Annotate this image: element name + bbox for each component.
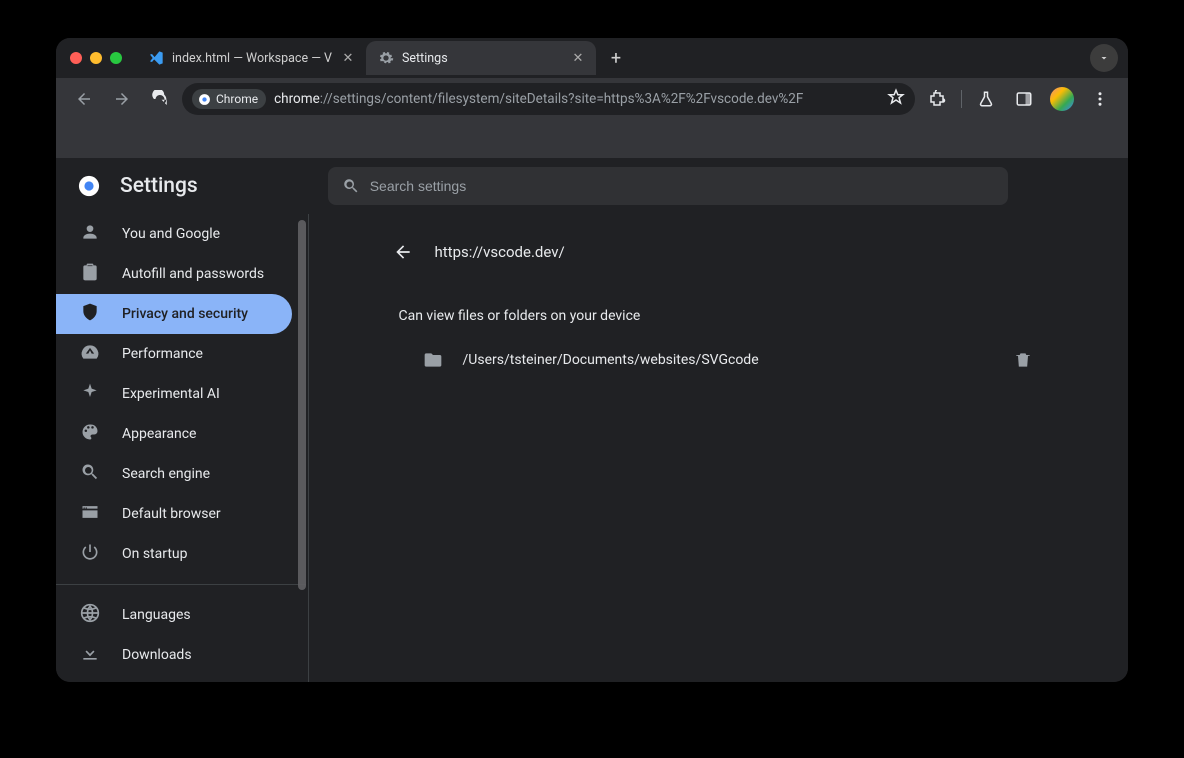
back-arrow-button[interactable]: [393, 242, 413, 262]
bookmark-button[interactable]: [887, 88, 905, 110]
sidebar-item-languages[interactable]: Languages: [56, 595, 292, 635]
tab-search-button[interactable]: [1090, 44, 1118, 72]
url-text: chrome://settings/content/filesystem/sit…: [274, 91, 873, 107]
tab-settings[interactable]: Settings ✕: [366, 41, 596, 75]
settings-sidebar: You and Google Autofill and passwords Priv…: [56, 214, 308, 682]
side-panel-button[interactable]: [1008, 83, 1040, 115]
browser-toolbar: Chrome chrome://settings/content/filesys…: [56, 78, 1128, 120]
section-title: Can view files or folders on your device: [379, 276, 1059, 332]
sidebar-item-label: Downloads: [122, 647, 192, 663]
search-input[interactable]: [370, 178, 994, 194]
toolbar-separator: [961, 90, 962, 108]
sidebar-item-label: Experimental AI: [122, 386, 220, 402]
tab-label: index.html — Workspace — V: [172, 51, 334, 66]
sidebar-item-autofill[interactable]: Autofill and passwords: [56, 254, 292, 294]
speed-icon: [80, 342, 100, 366]
chevron-down-icon: [1098, 52, 1110, 64]
sidebar-item-appearance[interactable]: Appearance: [56, 414, 292, 454]
power-icon: [80, 542, 100, 566]
settings-header: Settings: [56, 158, 1128, 214]
menu-button[interactable]: [1084, 83, 1116, 115]
clipboard-icon: [80, 262, 100, 286]
sidebar-item-search-engine[interactable]: Search engine: [56, 454, 292, 494]
sidebar-item-downloads[interactable]: Downloads: [56, 635, 292, 675]
sidebar-item-privacy[interactable]: Privacy and security: [56, 294, 292, 334]
flask-icon: [977, 90, 995, 108]
sidebar-item-performance[interactable]: Performance: [56, 334, 292, 374]
site-details-card: https://vscode.dev/ Can view files or fo…: [379, 228, 1059, 388]
sidebar-item-label: Search engine: [122, 466, 210, 482]
browser-window: index.html — Workspace — V ✕ Settings ✕ …: [56, 38, 1128, 682]
window-controls: [70, 52, 122, 64]
sidebar-item-default-browser[interactable]: Default browser: [56, 494, 292, 534]
person-icon: [80, 222, 100, 246]
extensions-button[interactable]: [921, 83, 953, 115]
palette-icon: [80, 422, 100, 446]
settings-body: You and Google Autofill and passwords Priv…: [56, 214, 1128, 682]
site-chip[interactable]: Chrome: [192, 89, 266, 109]
address-bar[interactable]: Chrome chrome://settings/content/filesys…: [182, 83, 915, 115]
page-title: Settings: [120, 174, 198, 198]
profile-button[interactable]: [1046, 83, 1078, 115]
back-button[interactable]: [68, 83, 100, 115]
star-icon: [887, 88, 905, 106]
sidebar-item-label: Default browser: [122, 506, 221, 522]
shield-icon: [80, 302, 100, 326]
sidebar-item-label: Performance: [122, 346, 203, 362]
search-icon: [342, 177, 360, 195]
globe-icon: [80, 603, 100, 627]
sidebar-item-you-and-google[interactable]: You and Google: [56, 214, 292, 254]
gear-icon: [378, 50, 394, 66]
scrollbar-thumb[interactable]: [298, 220, 306, 590]
reload-icon: [151, 90, 169, 108]
browser-icon: [80, 502, 100, 526]
settings-page: Settings You and Google Autofill and pass…: [56, 158, 1128, 682]
close-tab-icon[interactable]: ✕: [340, 50, 356, 66]
folder-icon: [423, 350, 443, 370]
tab-label: Settings: [402, 51, 564, 66]
tab-vscode[interactable]: index.html — Workspace — V ✕: [136, 41, 366, 75]
file-path: /Users/tsteiner/Documents/websites/SVGco…: [463, 352, 993, 368]
search-icon: [80, 462, 100, 486]
site-url: https://vscode.dev/: [435, 243, 565, 261]
arrow-left-icon: [75, 90, 93, 108]
minimize-window-button[interactable]: [90, 52, 102, 64]
arrow-right-icon: [113, 90, 131, 108]
sidebar-item-label: Appearance: [122, 426, 196, 442]
vscode-icon: [148, 50, 164, 66]
reload-button[interactable]: [144, 83, 176, 115]
chip-label: Chrome: [216, 92, 258, 106]
sparkle-icon: [80, 382, 100, 406]
panel-icon: [1015, 90, 1033, 108]
kebab-icon: [1091, 90, 1109, 108]
avatar-icon: [1050, 87, 1074, 111]
tab-strip: index.html — Workspace — V ✕ Settings ✕ …: [56, 38, 1128, 78]
new-tab-button[interactable]: +: [602, 44, 630, 72]
chrome-logo-icon: [198, 93, 211, 106]
chrome-logo-icon: [78, 175, 100, 197]
sidebar-item-experimental-ai[interactable]: Experimental AI: [56, 374, 292, 414]
sidebar-divider: [56, 584, 306, 585]
close-tab-icon[interactable]: ✕: [570, 50, 586, 66]
close-window-button[interactable]: [70, 52, 82, 64]
toolbar-spacer: [56, 120, 1128, 158]
sidebar-item-label: You and Google: [122, 226, 220, 242]
maximize-window-button[interactable]: [110, 52, 122, 64]
arrow-left-icon: [393, 242, 413, 262]
search-settings[interactable]: [328, 167, 1008, 205]
sidebar-item-label: Languages: [122, 607, 191, 623]
sidebar-item-label: Autofill and passwords: [122, 266, 264, 282]
forward-button[interactable]: [106, 83, 138, 115]
settings-main: https://vscode.dev/ Can view files or fo…: [309, 214, 1128, 682]
file-entry-row: /Users/tsteiner/Documents/websites/SVGco…: [379, 332, 1059, 388]
sidebar-item-label: Privacy and security: [122, 306, 248, 322]
delete-entry-button[interactable]: [1013, 350, 1033, 370]
download-icon: [80, 643, 100, 667]
sidebar-item-label: On startup: [122, 546, 188, 562]
trash-icon: [1013, 350, 1033, 370]
sidebar-item-on-startup[interactable]: On startup: [56, 534, 292, 574]
puzzle-icon: [928, 90, 946, 108]
card-header: https://vscode.dev/: [379, 228, 1059, 276]
labs-button[interactable]: [970, 83, 1002, 115]
